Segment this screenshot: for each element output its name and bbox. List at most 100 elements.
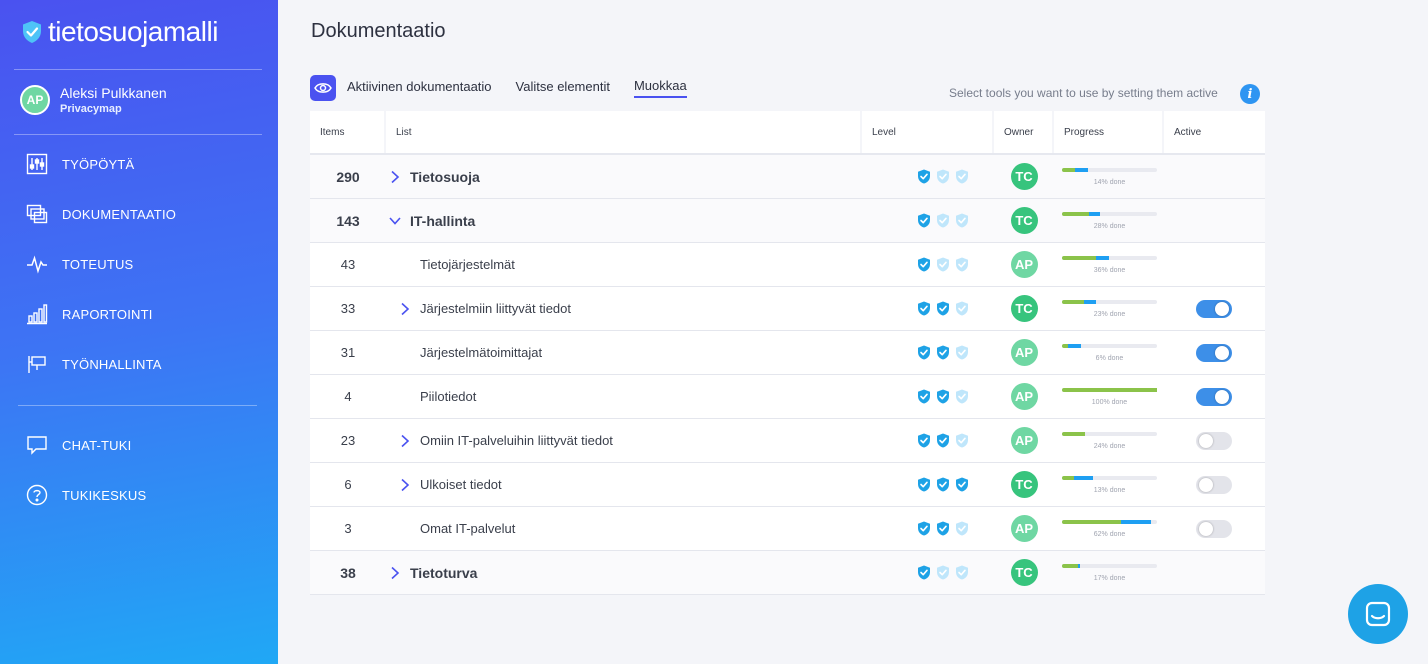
list-cell[interactable]: Tietosuoja <box>386 169 862 185</box>
progress-bar <box>1062 519 1157 524</box>
table-row[interactable]: 4 Piilotiedot AP 100% done <box>310 375 1265 419</box>
nav-item-toteutus[interactable]: TOTEUTUS <box>26 239 176 289</box>
chevron-right-icon[interactable] <box>398 478 412 492</box>
progress-cell: 23% done <box>1054 299 1164 318</box>
active-toggle[interactable] <box>1196 431 1232 450</box>
level-indicator <box>862 521 994 536</box>
level-indicator <box>862 477 994 492</box>
owner-avatar[interactable]: AP <box>1010 339 1038 366</box>
table-row[interactable]: 3 Omat IT-palvelut AP 62% done <box>310 507 1265 551</box>
header-items: Items <box>310 111 384 153</box>
progress-label: 14% done <box>1093 178 1126 186</box>
shield-icon <box>918 389 930 404</box>
list-item-name: Tietosuoja <box>410 168 480 185</box>
item-count: 31 <box>340 345 356 360</box>
level-indicator <box>862 433 994 448</box>
active-toggle[interactable] <box>1196 475 1232 494</box>
shield-icon <box>937 389 949 404</box>
table-row[interactable]: 43 Tietojärjestelmät AP 36% done <box>310 243 1265 287</box>
user-name: Aleksi Pulkkanen <box>60 85 167 101</box>
toggle-knob <box>1215 345 1229 360</box>
list-cell[interactable]: Omiin IT-palveluihin liittyvät tiedot <box>386 433 862 448</box>
owner-avatar[interactable]: AP <box>1010 427 1038 454</box>
progress-cell: 6% done <box>1054 343 1164 362</box>
list-item-name: Piilotiedot <box>420 389 477 404</box>
list-item-name: Järjestelmiin liittyvät tiedot <box>420 301 571 316</box>
user-profile[interactable]: AP Aleksi Pulkkanen Privacymap <box>20 85 167 115</box>
view-toggle-button[interactable] <box>310 75 336 101</box>
active-cell <box>1164 299 1264 318</box>
list-cell[interactable]: Ulkoiset tiedot <box>386 477 862 492</box>
chevron-right-icon[interactable] <box>398 434 412 448</box>
table-row[interactable]: 6 Ulkoiset tiedot TC 13% done <box>310 463 1265 507</box>
owner-avatar[interactable]: TC <box>1010 295 1038 322</box>
logo[interactable]: tietosuojamalli <box>22 16 218 48</box>
owner-avatar[interactable]: AP <box>1010 251 1038 278</box>
owner-avatar[interactable]: TC <box>1010 207 1038 234</box>
progress-cell: 24% done <box>1054 431 1164 450</box>
list-item-name: Omat IT-palvelut <box>420 521 516 536</box>
shield-icon <box>956 477 968 492</box>
list-cell[interactable]: Järjestelmätoimittajat <box>386 345 862 360</box>
list-item-name: Omiin IT-palveluihin liittyvät tiedot <box>420 433 613 448</box>
sidebar-divider <box>18 405 257 406</box>
table-row[interactable]: 23 Omiin IT-palveluihin liittyvät tiedot… <box>310 419 1265 463</box>
active-cell <box>1164 343 1264 362</box>
chevron-right-icon[interactable] <box>398 302 412 316</box>
progress-fill-green <box>1062 563 1078 568</box>
toggle-knob <box>1199 433 1213 448</box>
pulse-icon <box>27 255 47 274</box>
table-row[interactable]: 38 Tietoturva TC 17% done <box>310 551 1265 595</box>
shield-icon <box>918 257 930 272</box>
owner-avatar[interactable]: TC <box>1010 471 1038 498</box>
nav-item-dokumentaatio[interactable]: DOKUMENTAATIO <box>26 189 176 239</box>
toggle-knob <box>1199 521 1213 536</box>
table-row[interactable]: 290 Tietosuoja TC 14% done <box>310 155 1265 199</box>
active-toggle[interactable] <box>1196 519 1232 538</box>
shield-check-icon <box>23 21 41 43</box>
tab-valitse-elementit[interactable]: Valitse elementit <box>516 79 610 97</box>
list-cell[interactable]: Tietoturva <box>386 565 862 581</box>
nav-item-raportointi[interactable]: RAPORTOINTI <box>26 289 176 339</box>
chat-launcher-button[interactable] <box>1348 584 1408 644</box>
nav-label: CHAT-TUKI <box>62 437 132 453</box>
chat-icon <box>27 436 47 455</box>
active-toggle[interactable] <box>1196 299 1232 318</box>
table-row[interactable]: 33 Järjestelmiin liittyvät tiedot TC 23%… <box>310 287 1265 331</box>
logo-text: tietosuojamalli <box>48 16 218 47</box>
progress-fill-green <box>1062 431 1085 436</box>
support-nav: CHAT-TUKI TUKIKESKUS <box>26 420 146 520</box>
owner-avatar[interactable]: TC <box>1010 163 1038 190</box>
chevron-right-icon[interactable] <box>388 170 402 184</box>
nav-item-tukikeskus[interactable]: TUKIKESKUS <box>26 470 146 520</box>
shield-icon <box>918 521 930 536</box>
list-cell[interactable]: Omat IT-palvelut <box>386 521 862 536</box>
chevron-down-icon[interactable] <box>388 214 402 228</box>
list-cell[interactable]: Tietojärjestelmät <box>386 257 862 272</box>
owner-avatar[interactable]: AP <box>1010 515 1038 542</box>
owner-avatar[interactable]: AP <box>1010 383 1038 410</box>
info-icon[interactable]: i <box>1240 84 1260 104</box>
nav-item-tyopoyta[interactable]: TYÖPÖYTÄ <box>26 139 176 189</box>
table-row[interactable]: 143 IT-hallinta TC 28% done <box>310 199 1265 243</box>
owner-cell: AP <box>994 383 1054 410</box>
progress-fill-blue <box>1084 299 1096 304</box>
table-row[interactable]: 31 Järjestelmätoimittajat AP 6% done <box>310 331 1265 375</box>
shield-icon <box>956 169 968 184</box>
nav-item-tyonhallinta[interactable]: TYÖNHALLINTA <box>26 339 176 389</box>
progress-cell: 17% done <box>1054 563 1164 582</box>
list-cell[interactable]: Järjestelmiin liittyvät tiedot <box>386 301 862 316</box>
owner-avatar[interactable]: TC <box>1010 559 1038 586</box>
level-indicator <box>862 213 994 228</box>
active-toggle[interactable] <box>1196 387 1232 406</box>
list-cell[interactable]: Piilotiedot <box>386 389 862 404</box>
active-toggle[interactable] <box>1196 343 1232 362</box>
header-progress: Progress <box>1054 111 1162 153</box>
tab-muokkaa[interactable]: Muokkaa <box>633 78 687 98</box>
owner-cell: AP <box>994 515 1054 542</box>
tab-aktiivinen-dokumentaatio[interactable]: Aktiivinen dokumentaatio <box>347 79 492 97</box>
list-item-name: IT-hallinta <box>410 212 476 229</box>
chevron-right-icon[interactable] <box>388 566 402 580</box>
nav-item-chat-tuki[interactable]: CHAT-TUKI <box>26 420 146 470</box>
list-cell[interactable]: IT-hallinta <box>386 213 862 229</box>
